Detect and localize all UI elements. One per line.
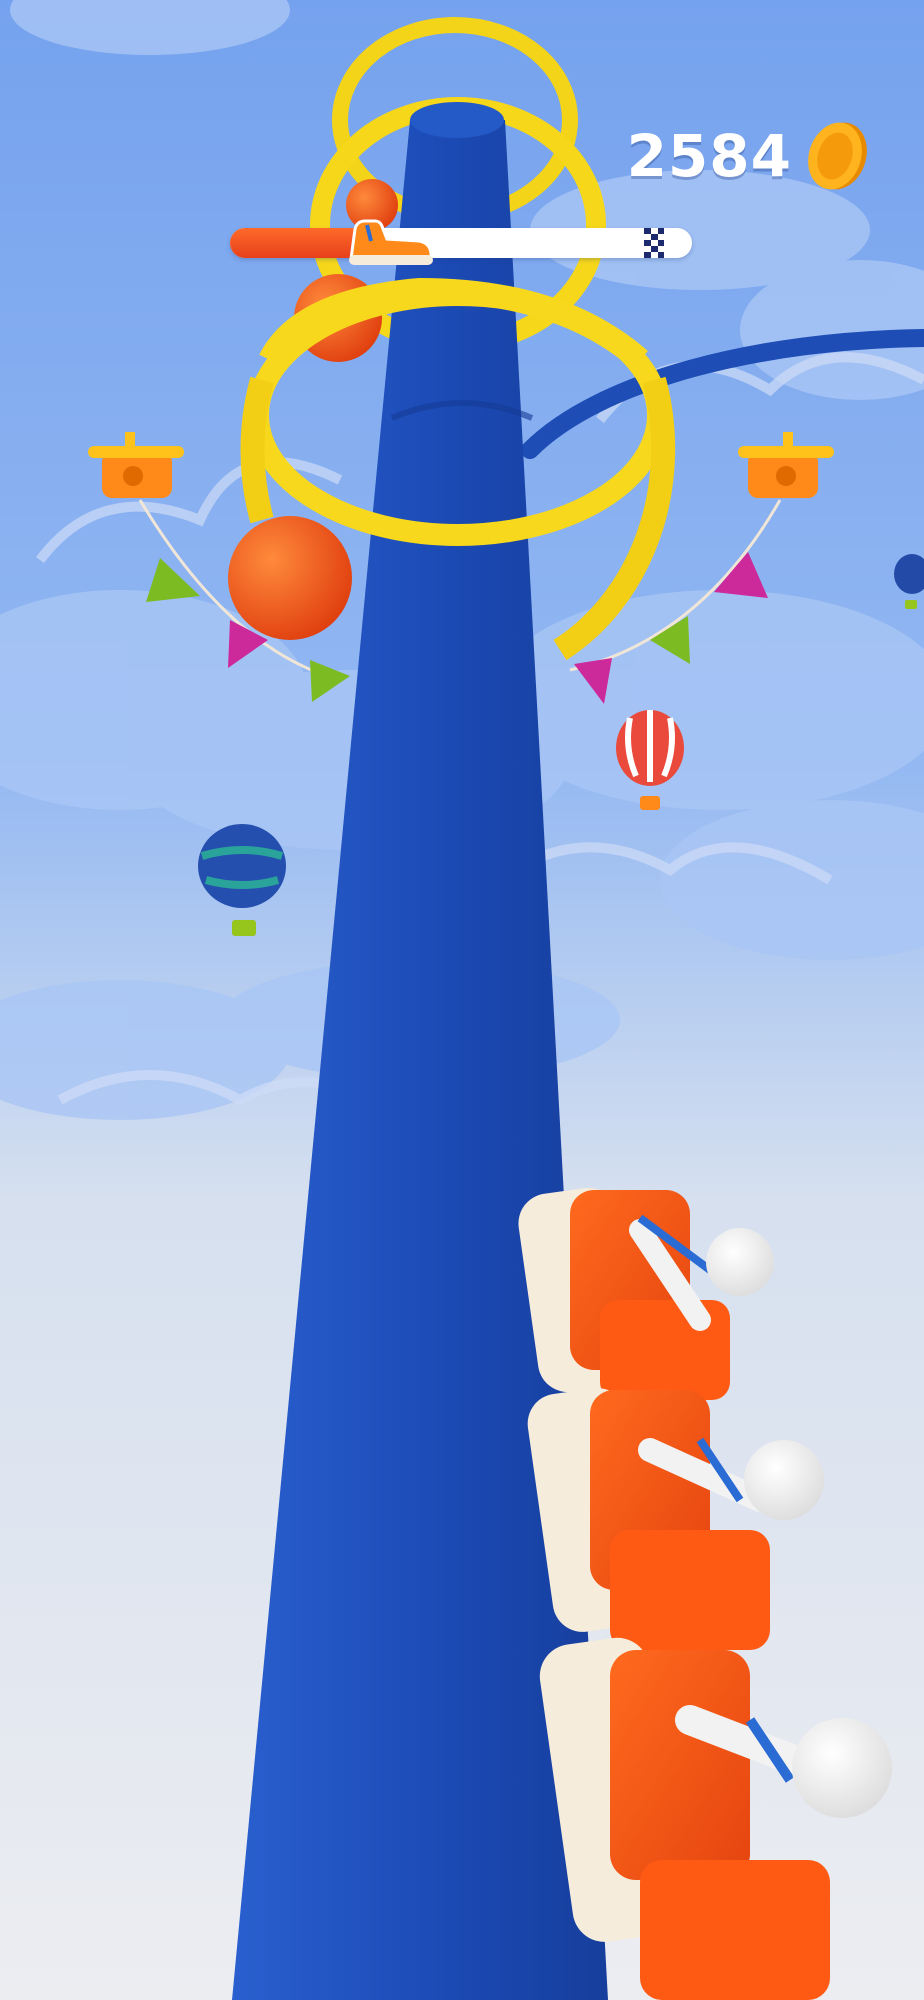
ring-front [240,376,274,524]
cart-icon [348,219,433,265]
coin-counter: 2584 [627,118,870,194]
level-progress-bar [230,219,692,265]
game-screen[interactable]: 2584 [0,0,924,2000]
ball [228,516,352,640]
finish-flag-icon [644,228,664,258]
coin-icon [808,122,867,190]
coin-count: 2584 [626,122,792,190]
track-top [410,102,504,138]
game-scene [0,0,924,2000]
